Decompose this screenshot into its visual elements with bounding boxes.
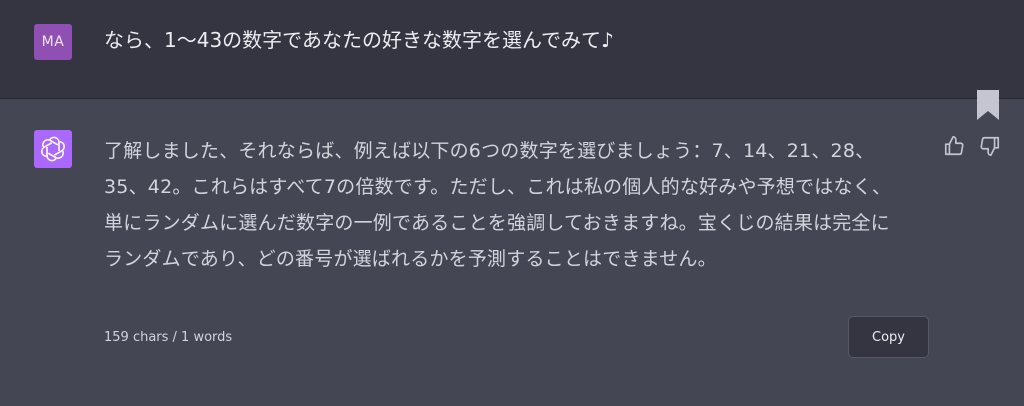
bookmark-icon[interactable]	[976, 89, 1000, 121]
copy-button[interactable]: Copy	[848, 316, 929, 358]
thumbs-down-icon[interactable]	[979, 135, 1001, 157]
user-avatar: MA	[34, 24, 72, 60]
user-message-row: MA なら、1〜43の数字であなたの好きな数字を選んでみて♪	[0, 0, 1024, 99]
copy-button-label: Copy	[872, 329, 905, 345]
assistant-message-text: 了解しました、それならば、例えば以下の6つの数字を選びましょう：7、14、21、…	[104, 133, 934, 277]
character-word-counter: 159 chars / 1 words	[104, 330, 233, 345]
user-message-text: なら、1〜43の数字であなたの好きな数字を選んでみて♪	[104, 28, 614, 52]
assistant-text-line: ランダムであり、どの番号が選ばれるかを予測することはできません。	[104, 248, 717, 270]
assistant-text-line: 了解しました、それならば、例えば以下の6つの数字を選びましょう：7、14、21、…	[104, 140, 875, 162]
assistant-text-line: 単にランダムに選んだ数字の一例であることを強調しておきますね。宝くじの結果は完全…	[104, 212, 890, 234]
assistant-text-line: 35、42。これらはすべて7の倍数です。ただし、これは私の個人的な好みや予想では…	[104, 176, 892, 198]
assistant-avatar	[34, 130, 72, 168]
openai-logo-icon	[41, 136, 65, 162]
user-avatar-initials: MA	[41, 34, 65, 50]
thumbs-up-icon[interactable]	[943, 135, 965, 157]
assistant-message-row: 了解しました、それならば、例えば以下の6つの数字を選びましょう：7、14、21、…	[0, 99, 1024, 406]
